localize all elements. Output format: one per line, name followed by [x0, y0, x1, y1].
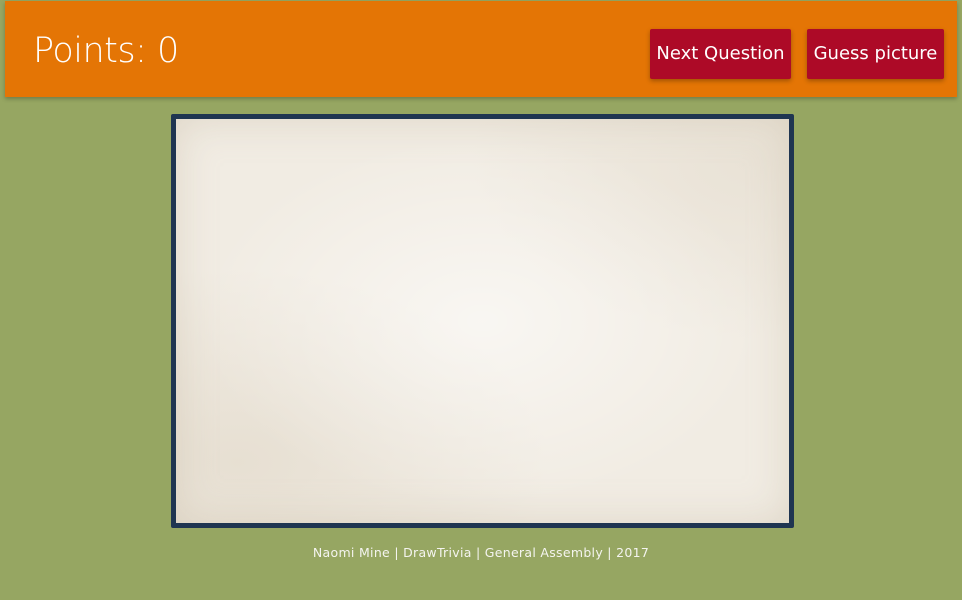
header-bar: Points: 0 Next Question Guess picture — [5, 1, 957, 97]
guess-picture-button[interactable]: Guess picture — [807, 29, 944, 79]
points-display: Points: 0 — [33, 31, 179, 71]
footer-credit: Naomi Mine | DrawTrivia | General Assemb… — [312, 545, 650, 560]
drawing-canvas[interactable] — [171, 114, 794, 528]
next-question-button[interactable]: Next Question — [650, 29, 791, 79]
